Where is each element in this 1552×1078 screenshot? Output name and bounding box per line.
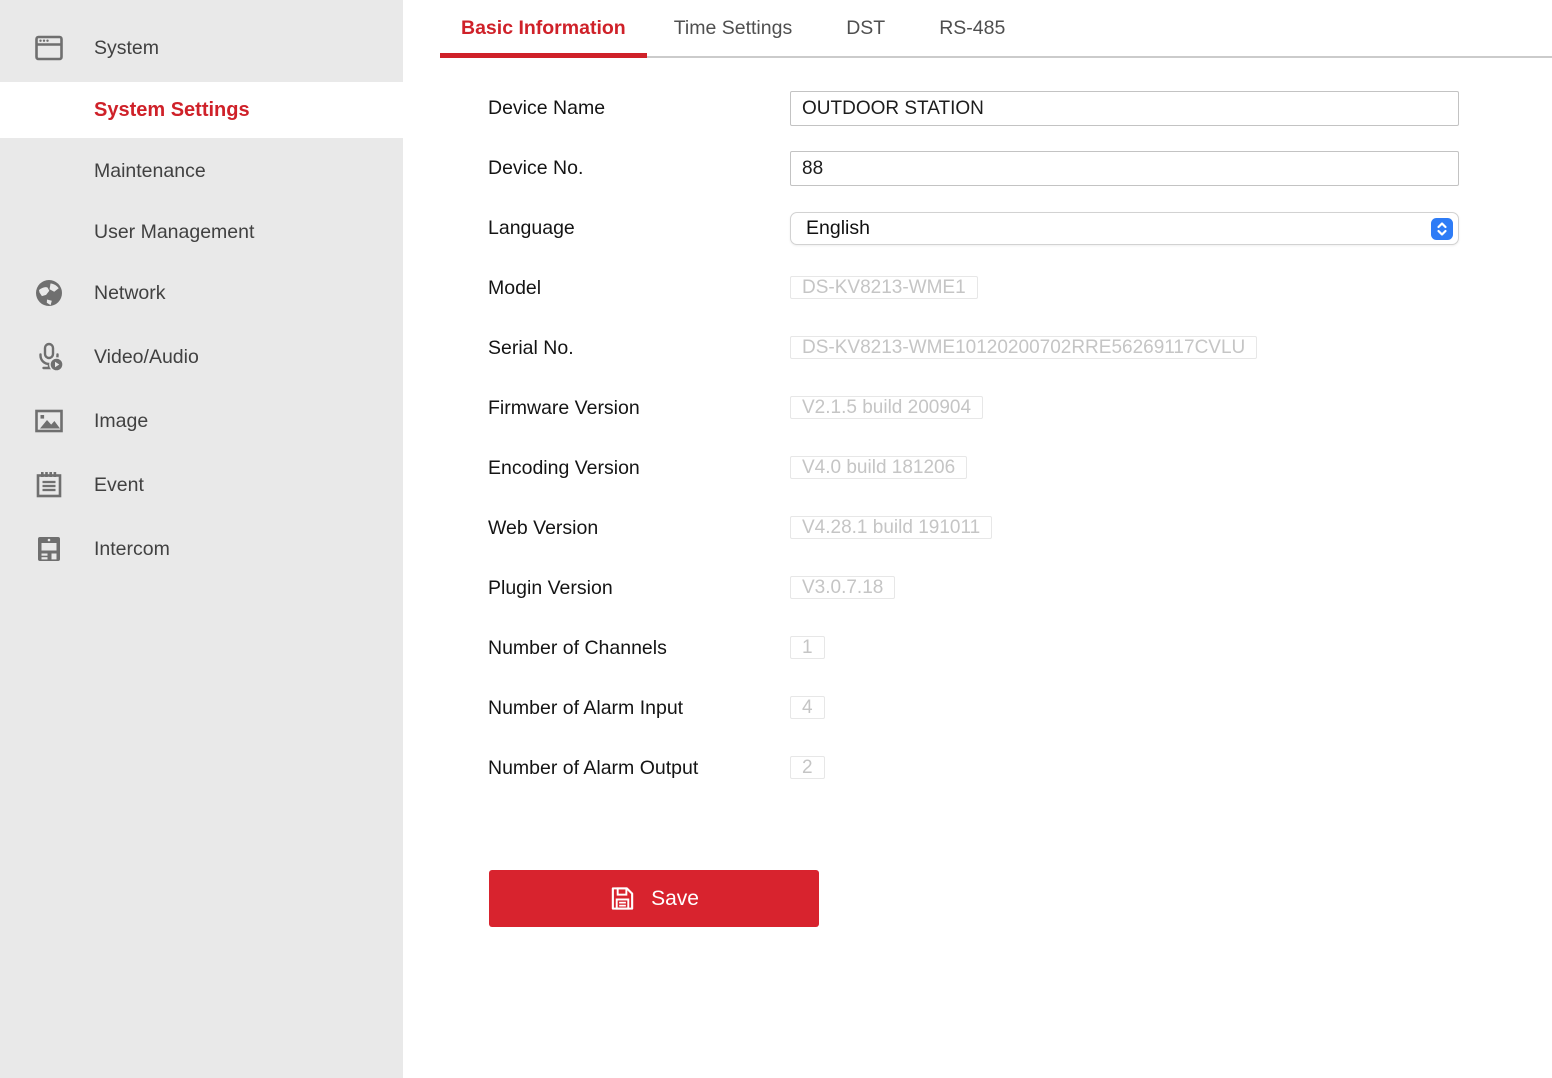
image-icon xyxy=(33,405,65,437)
form-row-serial-no: Serial No. DS-KV8213-WME10120200702RRE56… xyxy=(488,331,1459,366)
globe-icon xyxy=(33,277,65,309)
sidebar-item-label: User Management xyxy=(94,221,254,244)
web-version-value: V4.28.1 build 191011 xyxy=(790,516,992,539)
number-of-alarm-output-value: 2 xyxy=(790,756,825,779)
device-no-input[interactable] xyxy=(790,151,1459,186)
sidebar-item-label: Video/Audio xyxy=(94,346,199,369)
field-label: Web Version xyxy=(488,511,598,546)
form-row-number-of-alarm-input: Number of Alarm Input 4 xyxy=(488,691,1459,726)
form-row-number-of-channels: Number of Channels 1 xyxy=(488,631,1459,666)
tab-bar: Basic Information Time Settings DST RS-4… xyxy=(440,0,1552,58)
field-label: Serial No. xyxy=(488,331,574,366)
serial-no-value: DS-KV8213-WME10120200702RRE56269117CVLU xyxy=(790,336,1257,359)
number-of-channels-value: 1 xyxy=(790,636,825,659)
event-icon xyxy=(33,469,65,501)
field-label: Number of Channels xyxy=(488,631,667,666)
sidebar-item-user-management[interactable]: User Management xyxy=(0,204,403,260)
sidebar-item-intercom[interactable]: Intercom xyxy=(0,521,403,577)
sidebar-item-image[interactable]: Image xyxy=(0,393,403,449)
sidebar-item-system-settings[interactable]: System Settings xyxy=(0,82,403,138)
tab-basic-information[interactable]: Basic Information xyxy=(440,0,647,57)
device-config-page: System System Settings Maintenance User … xyxy=(0,0,1552,1078)
model-value: DS-KV8213-WME1 xyxy=(790,276,978,299)
sidebar-item-system[interactable]: System xyxy=(0,20,403,76)
intercom-icon xyxy=(33,533,65,565)
save-button-label: Save xyxy=(651,887,699,911)
main-panel: Basic Information Time Settings DST RS-4… xyxy=(403,0,1552,1078)
form-row-device-name: Device Name xyxy=(488,91,1459,126)
sidebar-item-label: Event xyxy=(94,474,144,497)
sidebar-item-label: Image xyxy=(94,410,148,433)
sidebar-item-network[interactable]: Network xyxy=(0,265,403,321)
sidebar-item-label: Network xyxy=(94,282,166,305)
field-label: Number of Alarm Output xyxy=(488,751,698,786)
field-label: Number of Alarm Input xyxy=(488,691,683,726)
encoding-version-value: V4.0 build 181206 xyxy=(790,456,967,479)
sidebar-item-label: System xyxy=(94,37,159,60)
form-row-model: Model DS-KV8213-WME1 xyxy=(488,271,1459,306)
form-row-plugin-version: Plugin Version V3.0.7.18 xyxy=(488,571,1459,606)
sidebar-item-label: Maintenance xyxy=(94,160,206,183)
save-button[interactable]: Save xyxy=(489,870,819,927)
select-stepper-icon xyxy=(1431,218,1453,240)
save-icon xyxy=(609,885,636,912)
field-label: Plugin Version xyxy=(488,571,613,606)
number-of-alarm-input-value: 4 xyxy=(790,696,825,719)
firmware-version-value: V2.1.5 build 200904 xyxy=(790,396,983,419)
sidebar-item-label: Intercom xyxy=(94,538,170,561)
tab-dst[interactable]: DST xyxy=(819,0,912,57)
language-select-value: English xyxy=(806,217,870,240)
sidebar-item-label: System Settings xyxy=(94,99,250,122)
form-row-language: Language English xyxy=(488,211,1459,246)
tab-time-settings[interactable]: Time Settings xyxy=(647,0,820,57)
field-label: Language xyxy=(488,211,575,246)
plugin-version-value: V3.0.7.18 xyxy=(790,576,895,599)
field-label: Encoding Version xyxy=(488,451,640,486)
form-row-web-version: Web Version V4.28.1 build 191011 xyxy=(488,511,1459,546)
window-icon xyxy=(33,32,65,64)
sidebar-item-maintenance[interactable]: Maintenance xyxy=(0,143,403,199)
form-row-encoding-version: Encoding Version V4.0 build 181206 xyxy=(488,451,1459,486)
sidebar-item-event[interactable]: Event xyxy=(0,457,403,513)
form-row-number-of-alarm-output: Number of Alarm Output 2 xyxy=(488,751,1459,786)
field-label: Model xyxy=(488,271,541,306)
field-label: Firmware Version xyxy=(488,391,640,426)
field-label: Device No. xyxy=(488,151,583,186)
sidebar-item-video-audio[interactable]: Video/Audio xyxy=(0,329,403,385)
form-row-firmware-version: Firmware Version V2.1.5 build 200904 xyxy=(488,391,1459,426)
device-name-input[interactable] xyxy=(790,91,1459,126)
language-select[interactable]: English xyxy=(790,212,1459,245)
tab-rs485[interactable]: RS-485 xyxy=(912,0,1032,57)
field-label: Device Name xyxy=(488,91,605,126)
sidebar: System System Settings Maintenance User … xyxy=(0,0,403,1078)
form-row-device-no: Device No. xyxy=(488,151,1459,186)
microphone-icon xyxy=(33,341,65,373)
